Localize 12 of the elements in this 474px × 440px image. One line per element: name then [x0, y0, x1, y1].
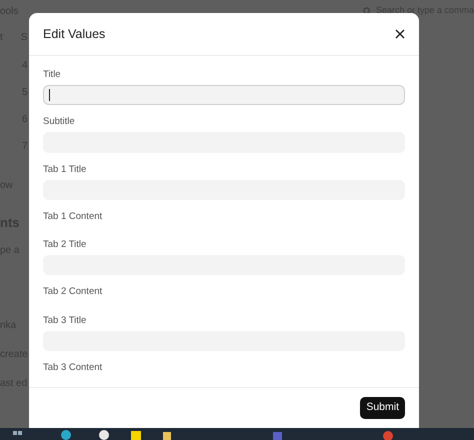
- field-label: Tab 2 Title: [43, 238, 88, 252]
- close-button[interactable]: [393, 27, 407, 41]
- field-label: Tab 2 Content: [43, 285, 104, 300]
- field-label: Subtitle: [43, 115, 76, 130]
- field-label: Tab 1 Title: [43, 162, 88, 177]
- submit-button[interactable]: Submit: [360, 397, 405, 419]
- field-label: Tab 1 Content: [43, 210, 104, 224]
- field-label: Tab 3 Title: [43, 314, 88, 328]
- modal-title: Edit Values: [43, 26, 106, 43]
- input-field[interactable]: [43, 85, 405, 106]
- field-label: Tab 3 Content: [43, 360, 104, 375]
- field-label: Title: [43, 68, 62, 82]
